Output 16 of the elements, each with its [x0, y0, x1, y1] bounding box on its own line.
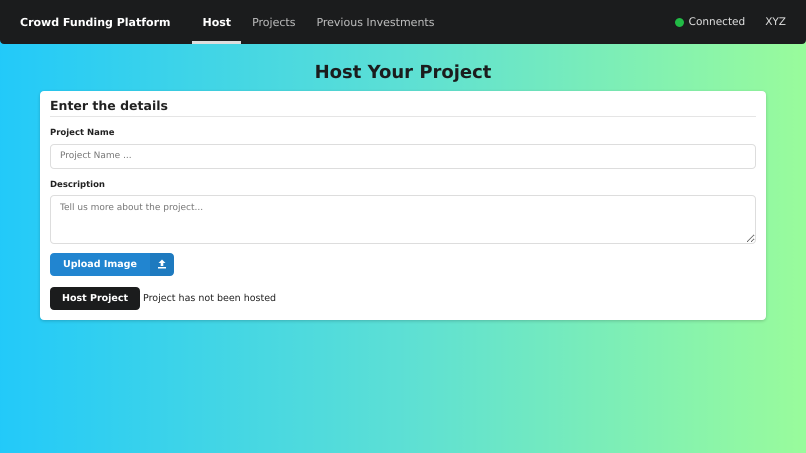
field-label: Description: [50, 180, 106, 190]
field-label: Project Name: [50, 128, 116, 138]
status-message: Project has not been hosted: [143, 292, 276, 304]
name-field[interactable]: Project Name ...: [50, 144, 756, 168]
upload-icon: [156, 259, 167, 269]
nav-tab[interactable]: Host: [192, 0, 242, 44]
description-field[interactable]: Tell us more about the project...: [50, 194, 756, 244]
upload-button[interactable]: Upload Image: [50, 252, 174, 276]
host-project-button[interactable]: Host Project: [50, 286, 140, 310]
brand-name: Crowd Funding Platform: [20, 16, 170, 28]
nav-tab[interactable]: Previous Investments: [306, 0, 444, 44]
nav-tab[interactable]: Projects: [242, 0, 306, 44]
account-name[interactable]: XYZ: [765, 16, 786, 28]
connection-status: Connected: [688, 16, 746, 28]
page-title: Host Your Project: [314, 62, 492, 83]
form-heading: Enter the details: [50, 98, 756, 117]
